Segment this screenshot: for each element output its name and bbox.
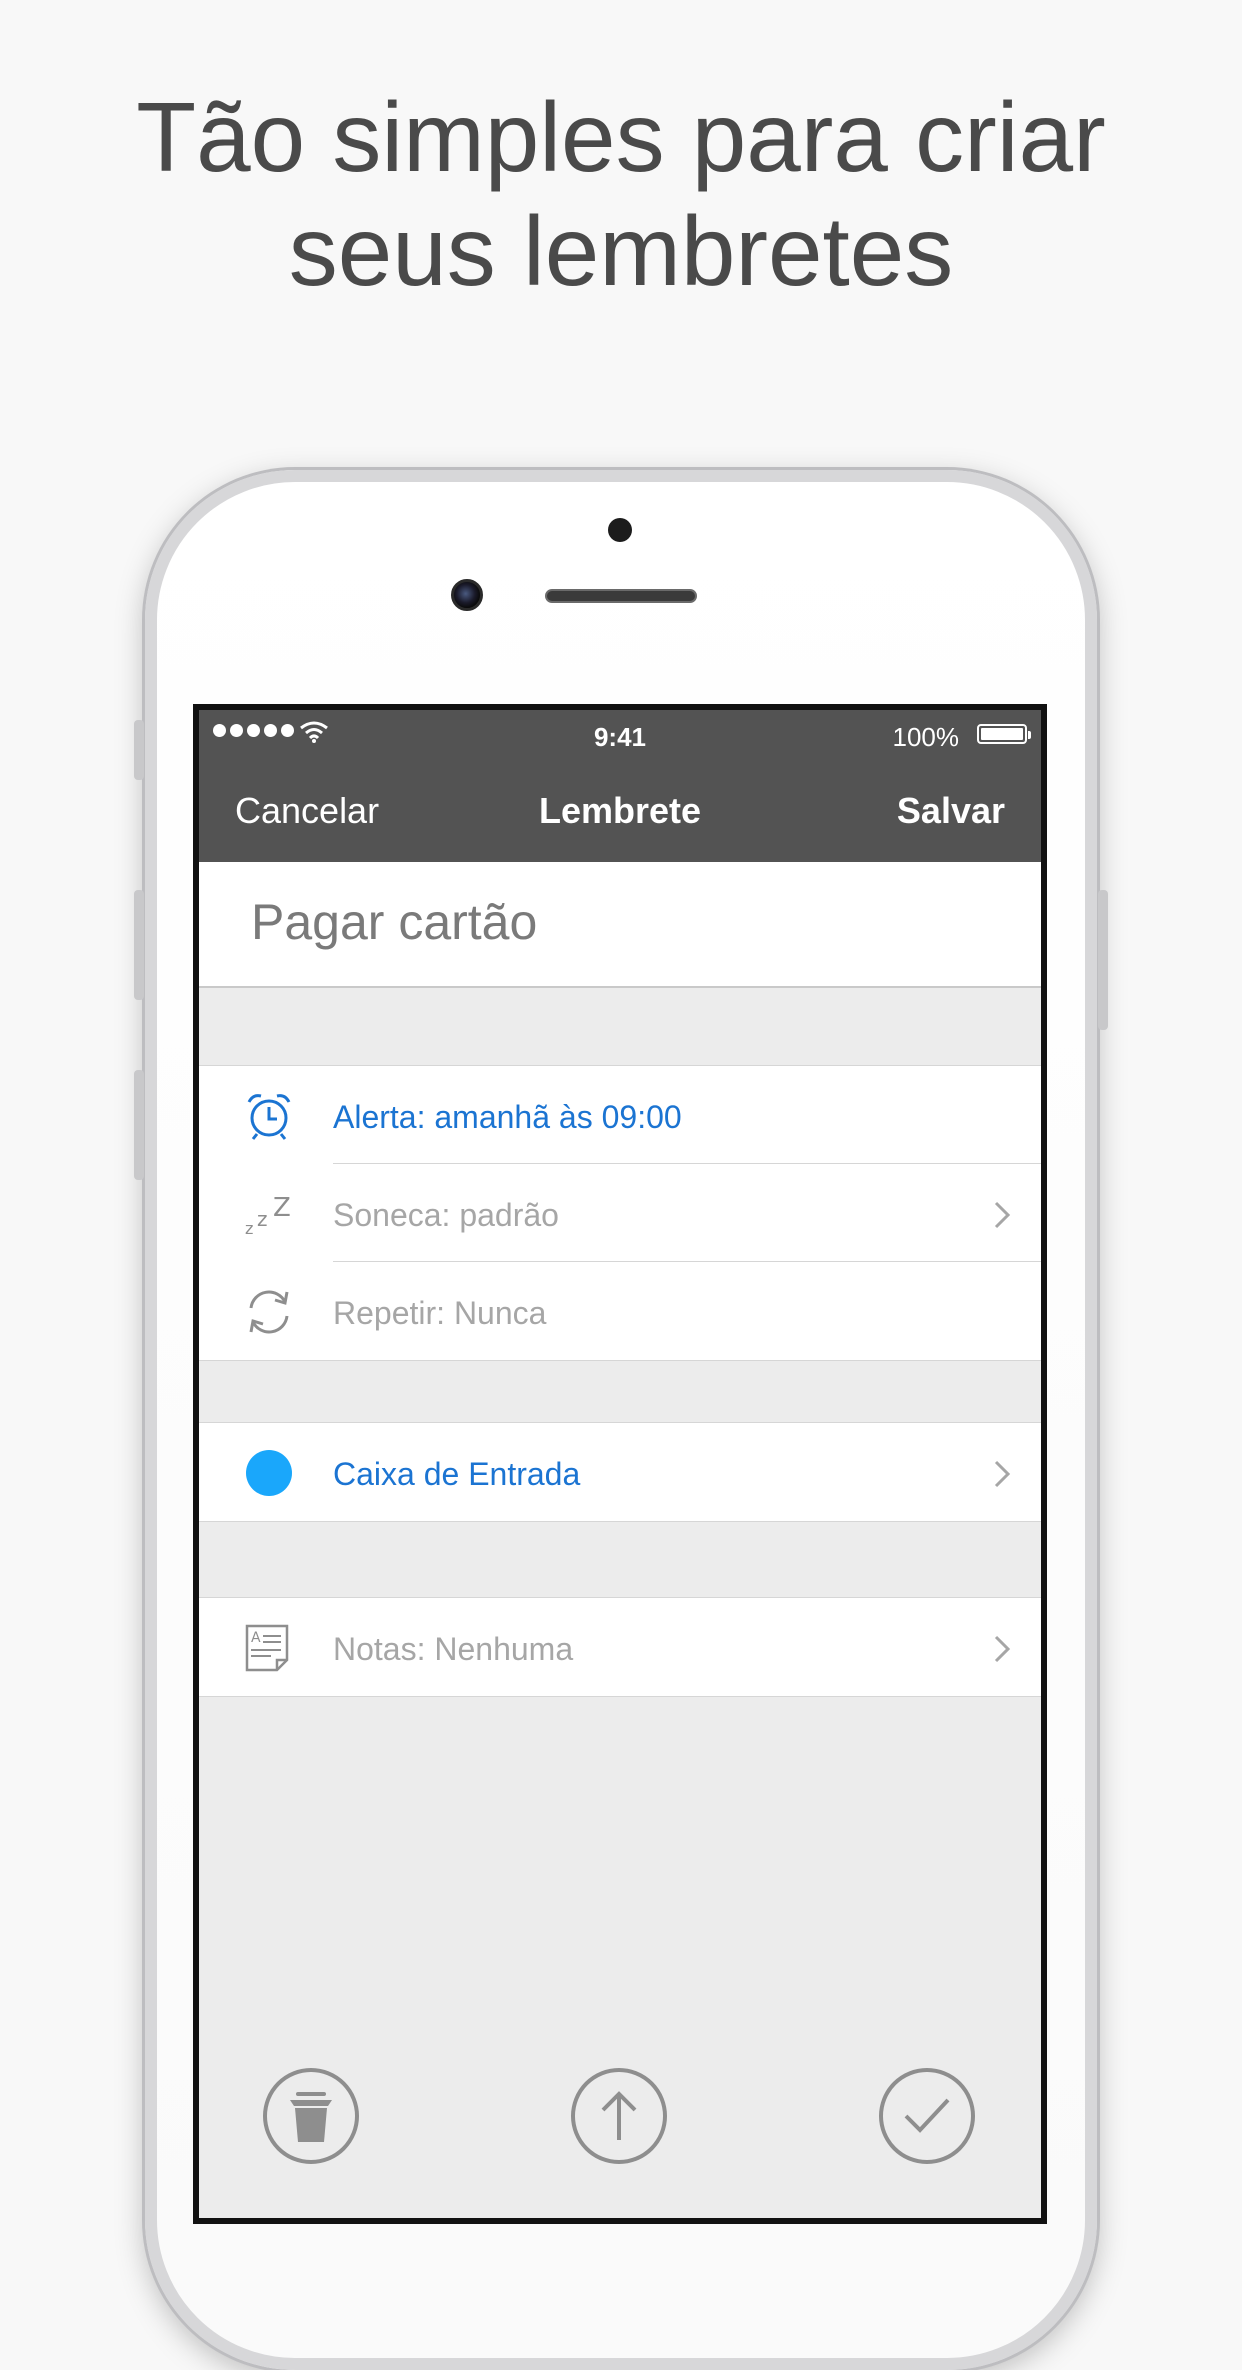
schedule-group: Alerta: amanhã às 09:00 z z Z Soneca: pa…: [199, 1065, 1041, 1361]
battery-percent: 100%: [892, 722, 960, 752]
complete-button[interactable]: [879, 2068, 975, 2164]
list-label: Caixa de Entrada: [333, 1456, 581, 1492]
phone-side-button-power: [1098, 890, 1108, 1030]
reminder-title-input[interactable]: [251, 890, 991, 954]
repeat-icon: [249, 1290, 289, 1334]
phone-screen: 9:41 100% Cancelar Lembrete Salvar Alert…: [193, 704, 1047, 2224]
svg-text:z: z: [257, 1207, 268, 1231]
headline-line-2: seus lembretes: [288, 196, 954, 306]
notes-icon: A: [245, 1624, 289, 1672]
snooze-row[interactable]: z z Z Soneca: padrão: [199, 1164, 1041, 1262]
list-group: Caixa de Entrada: [199, 1422, 1041, 1522]
headline-line-1: Tão simples para criar: [136, 82, 1106, 192]
trash-icon: [290, 2092, 332, 2142]
svg-text:A: A: [251, 1630, 261, 1646]
phone-side-button-volume-down: [134, 1070, 144, 1180]
svg-text:Z: Z: [273, 1193, 291, 1223]
alert-row[interactable]: Alerta: amanhã às 09:00: [199, 1066, 1041, 1164]
share-icon: [601, 2091, 637, 2140]
phone-side-button-volume-up: [134, 890, 144, 1000]
delete-button[interactable]: [263, 2068, 359, 2164]
share-button[interactable]: [571, 2068, 667, 2164]
notes-label: Notas: Nenhuma: [333, 1631, 574, 1667]
headline: Tão simples para criar seus lembretes: [0, 80, 1242, 308]
repeat-row[interactable]: Repetir: Nunca: [199, 1262, 1041, 1360]
status-bar: 9:41 100%: [199, 710, 1041, 760]
phone-side-button-mute: [134, 720, 144, 780]
notes-group: A Notas: Nenhuma: [199, 1597, 1041, 1697]
list-row[interactable]: Caixa de Entrada: [199, 1423, 1041, 1521]
proximity-sensor: [608, 518, 632, 542]
notes-row[interactable]: A Notas: Nenhuma: [199, 1598, 1041, 1696]
checkmark-icon: [904, 2098, 950, 2133]
alarm-clock-icon: [247, 1094, 291, 1140]
list-color-dot: [246, 1450, 292, 1496]
zzz-icon: z z Z: [245, 1193, 291, 1238]
save-button[interactable]: Salvar: [897, 790, 1005, 832]
battery-icon: [977, 724, 1031, 744]
chevron-right-icon: [994, 1635, 1011, 1663]
front-camera: [451, 579, 483, 611]
reminder-title-cell: [199, 862, 1041, 988]
chevron-right-icon: [994, 1201, 1011, 1229]
navigation-bar: Cancelar Lembrete Salvar: [199, 760, 1041, 862]
snooze-label: Soneca: padrão: [333, 1197, 559, 1233]
svg-text:z: z: [245, 1219, 253, 1238]
repeat-label: Repetir: Nunca: [333, 1295, 547, 1331]
alert-label: Alerta: amanhã às 09:00: [333, 1099, 682, 1135]
earpiece-speaker: [545, 589, 697, 603]
chevron-right-icon: [994, 1460, 1011, 1488]
